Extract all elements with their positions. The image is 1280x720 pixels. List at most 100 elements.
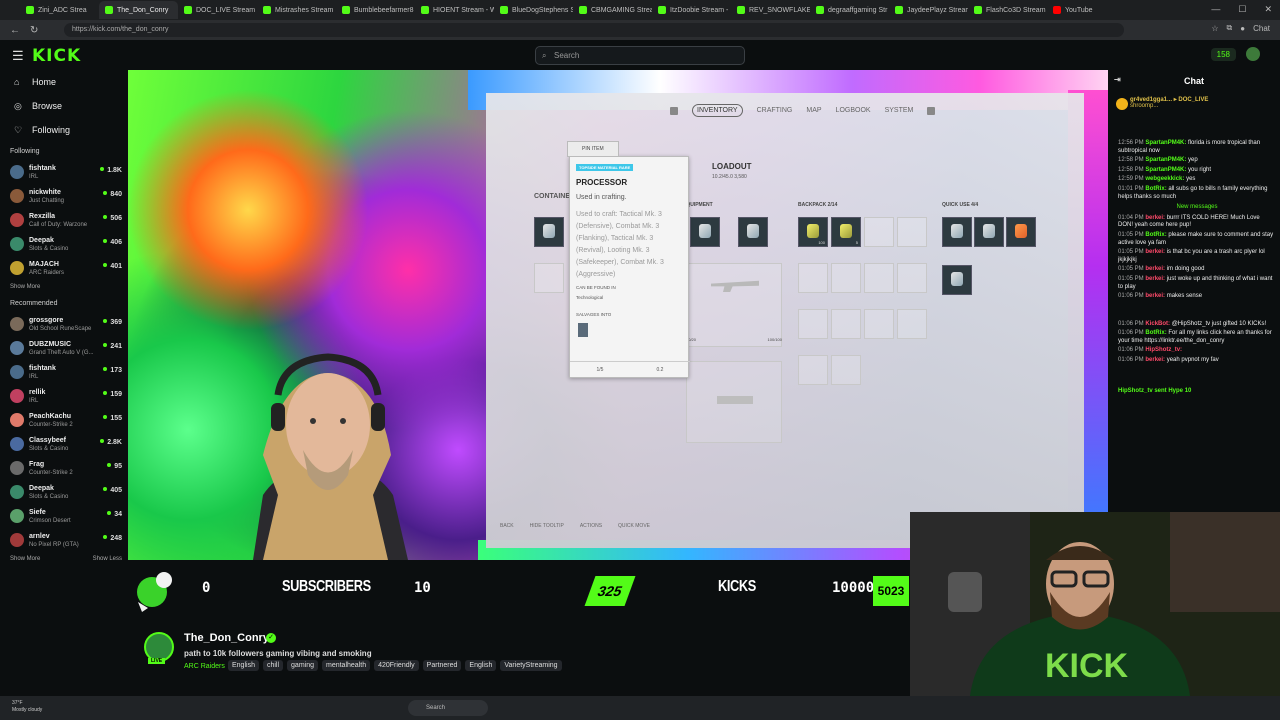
backpack-slot[interactable]: 100 <box>798 217 828 247</box>
game-tab-map[interactable]: MAP <box>806 107 821 114</box>
browser-tab[interactable]: HIOENT Stream - W <box>415 1 494 19</box>
pinned-message[interactable]: gr4ved1gga1... ▸ DOC_LIVE shroomp... <box>1114 96 1274 122</box>
quick-use-slot[interactable] <box>942 217 972 247</box>
message-user[interactable]: HipShotz_tv: <box>1145 347 1182 353</box>
close-icon[interactable]: ✕ <box>1264 4 1272 15</box>
browser-tab[interactable]: BlueDogStephens S <box>494 1 573 19</box>
quick-use-slot[interactable] <box>1006 217 1036 247</box>
message-user[interactable]: KickBot: <box>1145 321 1170 327</box>
hint-back[interactable]: BACK <box>500 523 514 529</box>
stream-tag[interactable]: 420Friendly <box>374 660 419 671</box>
backpack-slot[interactable] <box>864 217 894 247</box>
message-user[interactable]: BotRix: <box>1145 186 1166 192</box>
stream-tag[interactable]: chill <box>262 660 284 671</box>
message-user[interactable]: BotRix: <box>1145 330 1166 336</box>
minimize-icon[interactable]: — <box>1211 4 1220 15</box>
message-user[interactable]: berkei: <box>1145 266 1165 272</box>
stream-tag[interactable]: mentalhealth <box>322 660 371 671</box>
star-icon[interactable]: ☆ <box>1211 24 1218 33</box>
sidebar-channel[interactable]: fishtank IRL 1.8K <box>0 160 128 184</box>
sidebar-channel[interactable]: Siefe Crimson Desert 34 <box>0 504 128 528</box>
profile-icon[interactable]: ● <box>1240 24 1245 33</box>
sidebar-channel[interactable]: Classybeef Slots & Casino 2.8K <box>0 432 128 456</box>
sidebar-channel[interactable]: arnlev No Pixel RP (GTA) 248 <box>0 528 128 552</box>
browser-tab[interactable]: DOC_LIVE Stream <box>178 1 257 19</box>
kick-logo[interactable]: KICK <box>32 46 81 66</box>
chat-button[interactable]: Chat <box>1253 24 1270 33</box>
sidebar-channel[interactable]: Deepak Slots & Casino 406 <box>0 232 128 256</box>
message-user[interactable]: berkei: <box>1145 293 1165 299</box>
points-badge[interactable]: 158 <box>1210 47 1236 61</box>
user-avatar[interactable] <box>1246 47 1260 61</box>
game-tab-system[interactable]: SYSTEM <box>885 107 914 114</box>
show-more-link[interactable]: Show More <box>10 556 40 562</box>
stream-tag[interactable]: Partnered <box>422 660 462 671</box>
hint-actions[interactable]: ACTIONS <box>580 523 602 529</box>
menu-icon[interactable]: ☰ <box>12 48 24 64</box>
game-tab-inventory[interactable]: INVENTORY <box>692 104 743 117</box>
backpack-slot[interactable] <box>831 309 861 339</box>
browser-tab[interactable]: ItzDoobie Stream - <box>652 1 731 19</box>
stream-tag[interactable]: VarietyStreaming <box>500 660 562 671</box>
message-user[interactable]: berkei: <box>1145 249 1165 255</box>
pin-item-button[interactable]: PIN ITEM <box>567 141 619 157</box>
weapon-slot-primary[interactable] <box>686 263 782 347</box>
collapse-chat-icon[interactable]: ⇥ <box>1114 75 1121 84</box>
sidebar-channel[interactable]: PeachKachu Counter-Strike 2 155 <box>0 408 128 432</box>
message-user[interactable]: BotRix: <box>1145 232 1166 238</box>
sidebar-channel[interactable]: Frag Counter-Strike 2 95 <box>0 456 128 480</box>
message-user[interactable]: berkei: <box>1145 276 1165 282</box>
reload-icon[interactable]: ↻ <box>30 25 38 36</box>
sidebar-nav-browse[interactable]: ◎ Browse <box>0 94 128 118</box>
prev-tab-icon[interactable] <box>670 106 678 115</box>
show-more-link[interactable]: Show More <box>10 284 40 290</box>
next-tab-icon[interactable] <box>927 106 936 115</box>
browser-tab[interactable]: YouTube <box>1047 1 1126 19</box>
message-user[interactable]: SpartanPM4K: <box>1145 140 1186 146</box>
backpack-slot[interactable] <box>831 355 861 385</box>
backpack-slot[interactable] <box>897 309 927 339</box>
backpack-slot[interactable]: 5 <box>831 217 861 247</box>
stream-category[interactable]: ARC Raiders <box>184 663 225 670</box>
maximize-icon[interactable]: ☐ <box>1238 4 1246 15</box>
quick-use-slot[interactable] <box>942 265 972 295</box>
backpack-slot[interactable] <box>864 309 894 339</box>
container-slot[interactable] <box>534 263 564 293</box>
backpack-slot[interactable] <box>798 309 828 339</box>
browser-tab[interactable]: JaydeePlayz Stream <box>889 1 968 19</box>
backpack-slot[interactable] <box>798 263 828 293</box>
sidebar-nav-home[interactable]: ⌂ Home <box>0 70 128 94</box>
browser-tab[interactable]: Mistrashes Stream <box>257 1 336 19</box>
browser-tab[interactable]: Bumblebeefarmer8 <box>336 1 415 19</box>
game-tab-crafting[interactable]: CRAFTING <box>757 107 793 114</box>
sidebar-channel[interactable]: rellik IRL 159 <box>0 384 128 408</box>
sidebar-nav-following[interactable]: ♡ Following <box>0 118 128 142</box>
sidebar-channel[interactable]: grossgore Old School RuneScape 369 <box>0 312 128 336</box>
browser-tab[interactable]: The_Don_Conry <box>99 1 178 19</box>
equipment-slot[interactable] <box>738 217 768 247</box>
channel-name[interactable]: The_Don_Conry <box>184 632 269 644</box>
sidebar-channel[interactable]: fishtank IRL 173 <box>0 360 128 384</box>
browser-tab[interactable]: CBMGAMING Strea <box>573 1 652 19</box>
search-input[interactable]: ⌕ Search <box>535 46 745 65</box>
hint-quick-move[interactable]: QUICK MOVE <box>618 523 650 529</box>
sidebar-channel[interactable]: DUBZMUSIC Grand Theft Auto V (G... 241 <box>0 336 128 360</box>
weather-widget[interactable]: 37°F Mostly cloudy <box>12 700 42 714</box>
back-icon[interactable]: ← <box>10 25 20 36</box>
sidebar-channel[interactable]: MAJACH ARC Raiders 401 <box>0 256 128 280</box>
sidebar-channel[interactable]: Deepak Slots & Casino 405 <box>0 480 128 504</box>
browser-tab[interactable]: Zini_ADC Strea <box>20 1 99 19</box>
weapon-slot-secondary[interactable] <box>686 361 782 443</box>
sidebar-channel[interactable]: Rexzilla Call of Duty: Warzone 506 <box>0 208 128 232</box>
hint-hide-tooltip[interactable]: HIDE TOOLTIP <box>530 523 564 529</box>
extensions-icon[interactable]: ⧉ <box>1227 23 1233 33</box>
message-user[interactable]: SpartanPM4K: <box>1145 167 1186 173</box>
container-slot[interactable] <box>534 217 564 247</box>
browser-tab[interactable]: degraaffgaming Str <box>810 1 889 19</box>
taskbar-search[interactable]: Search <box>408 700 488 716</box>
quick-use-slot[interactable] <box>974 217 1004 247</box>
backpack-slot[interactable] <box>897 263 927 293</box>
browser-tab[interactable]: REV_SNOWFLAKE_K <box>731 1 810 19</box>
video-player[interactable]: INVENTORY CRAFTING MAP LOGBOOK SYSTEM LO… <box>128 70 1108 560</box>
game-tab-logbook[interactable]: LOGBOOK <box>836 107 871 114</box>
